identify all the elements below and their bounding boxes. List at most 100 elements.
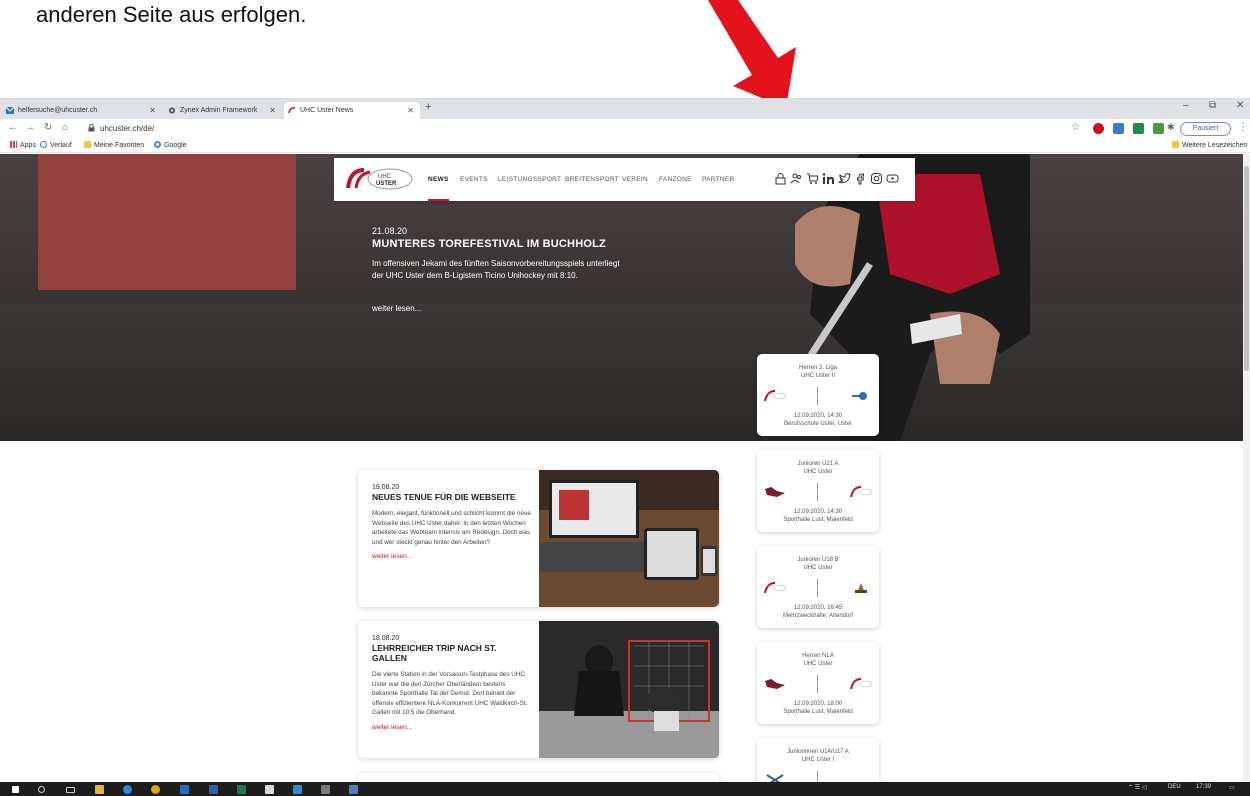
people-icon[interactable] — [790, 172, 803, 185]
extension-icon[interactable] — [1153, 123, 1164, 134]
cart-icon[interactable] — [806, 172, 819, 185]
nav-fanzone[interactable]: FANZONE — [659, 176, 692, 183]
bookmarks-bar: Apps Verlauf Meine Favoriten Google Weit… — [0, 139, 1250, 153]
news-card[interactable]: 18.08.20 LEHRREICHER TRIP NACH ST. GALLE… — [358, 621, 719, 758]
bookmark-google[interactable]: Google — [154, 141, 187, 149]
hero-title[interactable]: MUNTERES TOREFESTIVAL IM BUCHHOLZ — [372, 238, 606, 250]
windows-start-icon[interactable] — [12, 786, 19, 793]
app-icon[interactable] — [293, 785, 302, 794]
news-read-more-link[interactable]: weiter lesen... — [372, 724, 532, 731]
back-icon[interactable]: ← — [8, 122, 18, 133]
puzzle-icon[interactable]: ✱ — [1167, 122, 1175, 133]
task-view-icon[interactable] — [66, 787, 75, 793]
home-icon[interactable]: ⌂ — [62, 122, 68, 133]
nav-partner[interactable]: PARTNER — [702, 176, 735, 183]
close-icon[interactable]: ✕ — [407, 102, 414, 119]
profile-paused-button[interactable]: Pausiert — [1180, 122, 1231, 136]
tab-mail[interactable]: helfersuche@uhcuster.ch ✕ — [2, 102, 162, 119]
lock-icon[interactable] — [774, 172, 787, 185]
versus-divider — [817, 771, 818, 782]
input-language[interactable]: DEU — [1168, 784, 1181, 790]
excel-icon[interactable] — [237, 785, 246, 794]
opera-extension-icon[interactable] — [1093, 123, 1104, 134]
outlook-icon[interactable] — [180, 785, 189, 794]
news-read-more-link[interactable]: weiter lesen... — [372, 553, 532, 560]
apps-grid-icon — [10, 141, 17, 148]
tray-icons[interactable]: ⌃ ☰ ◁ — [1128, 784, 1146, 791]
uhc-uster-team-logo — [764, 582, 787, 594]
lock-icon — [88, 124, 95, 132]
news-title[interactable]: LEHRREICHER TRIP NACH ST. GALLEN — [372, 643, 532, 663]
search-icon[interactable] — [38, 786, 45, 793]
hero-floor — [0, 304, 1243, 441]
versus-divider — [817, 483, 818, 501]
facebook-icon[interactable] — [854, 172, 867, 185]
url-field[interactable]: uhcuster.ch/de/ — [100, 124, 154, 133]
close-icon[interactable]: ✕ — [269, 102, 276, 119]
game-league: Herren NLA — [802, 653, 834, 659]
youtube-icon[interactable] — [886, 172, 899, 185]
app-icon[interactable] — [265, 785, 274, 794]
bookmark-more[interactable]: Weitere Lesezeichen — [1172, 141, 1247, 149]
file-explorer-icon[interactable] — [95, 785, 104, 794]
menu-icon[interactable]: ⋮ — [1238, 122, 1248, 133]
game-league: Juniorinnen U14/U17 A — [787, 749, 849, 755]
tab-label: UHC Uster News — [300, 107, 354, 114]
game-card[interactable]: Junioren U21 A UHC Uster 12.09.2020, 14:3… — [757, 450, 879, 532]
news-title[interactable]: NEUES TENUE FÜR DIE WEBSEITE — [372, 492, 532, 502]
game-card[interactable]: Juniorinnen U14/U17 A UHC Uster I — [757, 738, 879, 782]
uhc-uster-team-logo — [850, 678, 873, 690]
nav-verein[interactable]: VEREIN — [622, 176, 648, 183]
app-icon[interactable] — [349, 785, 358, 794]
news-card[interactable] — [358, 773, 719, 782]
close-window-icon[interactable]: ✕ — [1236, 100, 1244, 111]
nav-breitensport[interactable]: BREITENSPORT — [565, 176, 619, 183]
bookmark-favoriten[interactable]: Meine Favoriten — [84, 141, 144, 149]
new-tab-button[interactable]: + — [425, 101, 431, 113]
restore-icon[interactable]: ⧉ — [1209, 100, 1216, 111]
chrome-icon[interactable] — [151, 785, 160, 794]
extension-icon[interactable] — [1113, 123, 1124, 134]
app-icon[interactable] — [321, 785, 330, 794]
news-devices-image — [539, 470, 719, 607]
bookmark-apps[interactable]: Apps — [10, 141, 36, 149]
svg-text:USTER: USTER — [376, 181, 397, 187]
game-card[interactable]: Herren NLA UHC Uster 12.09.2020, 18:00 Spo… — [757, 642, 879, 724]
hero-read-more-link[interactable]: weiter lesen... — [372, 304, 421, 313]
star-icon[interactable]: ☆ — [1071, 122, 1080, 133]
nav-news[interactable]: NEWS — [428, 176, 449, 201]
game-datetime: 12.09.2020, 14:30 — [793, 509, 843, 515]
game-card[interactable]: Junioren U18 B UHC Uster 12.09.2020, 16:4… — [757, 546, 879, 628]
opponent-team-logo — [855, 583, 867, 593]
nav-leistungssport[interactable]: LEISTUNGSSPORT — [498, 176, 561, 183]
notifications-icon[interactable]: ▭ — [1229, 784, 1235, 791]
forward-icon[interactable]: → — [25, 122, 35, 133]
versus-divider — [817, 675, 818, 693]
uhc-favicon-icon — [288, 107, 296, 114]
linkedin-icon[interactable] — [822, 172, 835, 185]
instagram-icon[interactable] — [870, 172, 883, 185]
tab-uhc-news[interactable]: UHC Uster News ✕ — [284, 102, 420, 119]
versus-divider — [817, 579, 818, 597]
game-league: Junioren U21 A — [797, 461, 839, 467]
hero-background-banner — [38, 154, 296, 290]
game-card[interactable]: Herren 2. Liga UHC Uster II 12.09.2020, 1… — [757, 354, 879, 436]
scrollbar-thumb[interactable] — [1244, 166, 1249, 371]
clock[interactable]: 17:39 — [1196, 784, 1211, 790]
page-scrollbar[interactable] — [1243, 154, 1250, 782]
site-header: UHC USTER NEWS EVENTS LEISTUNGSSPORT BRE… — [334, 158, 915, 201]
news-game-photo — [539, 621, 719, 758]
bookmark-verlauf[interactable]: Verlauf — [40, 141, 72, 149]
nav-events[interactable]: EVENTS — [460, 176, 488, 183]
minimize-icon[interactable]: – — [1183, 100, 1189, 111]
document-text: anderen Seite aus erfolgen. — [36, 2, 307, 27]
edge-icon[interactable] — [123, 785, 132, 794]
twitter-icon[interactable] — [838, 172, 851, 185]
close-icon[interactable]: ✕ — [149, 102, 156, 119]
reload-icon[interactable]: ↻ — [44, 122, 52, 133]
tab-admin[interactable]: Zynex Admin Framework ✕ — [164, 102, 282, 119]
news-card[interactable]: 19.08.20 NEUES TENUE FÜR DIE WEBSEITE Mo… — [358, 470, 719, 607]
uhc-uster-logo[interactable]: UHC USTER — [342, 166, 416, 192]
word-icon[interactable] — [209, 785, 218, 794]
extension-icon[interactable] — [1133, 123, 1144, 134]
